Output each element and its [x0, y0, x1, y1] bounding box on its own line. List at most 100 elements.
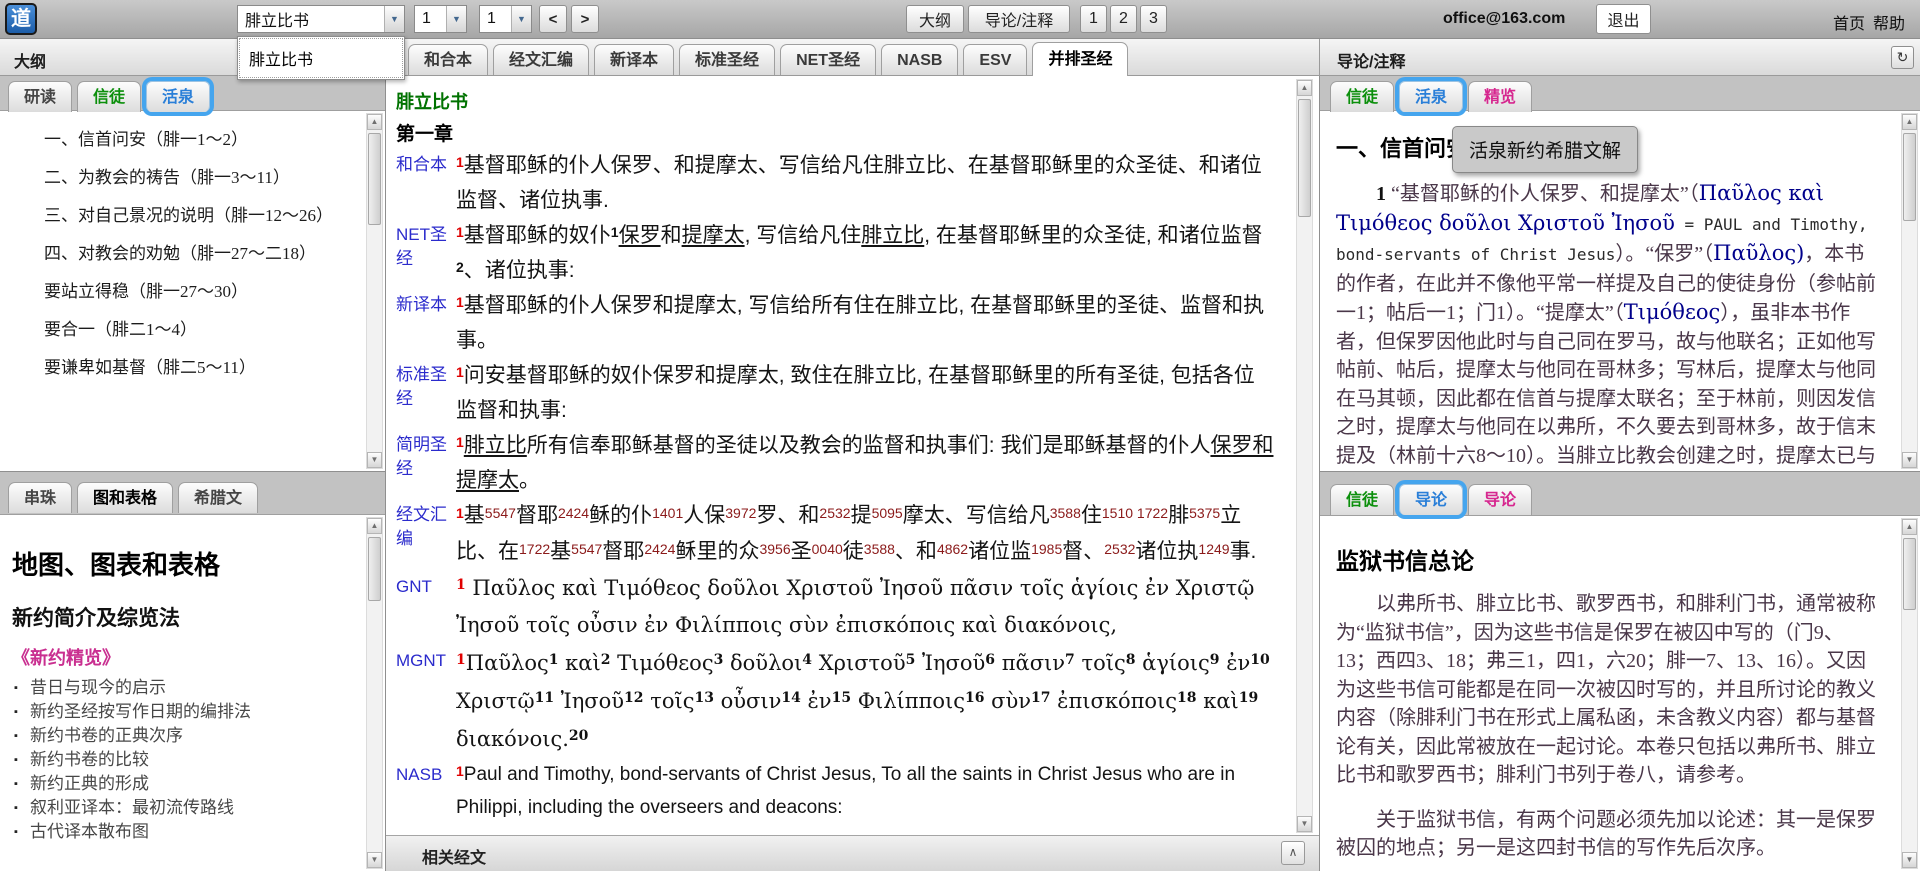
version-label-简明圣经[interactable]: 简明圣经 — [396, 428, 456, 498]
tab-图和表格[interactable]: 图和表格 — [77, 482, 173, 513]
scroll-down-icon[interactable]: ▼ — [1902, 452, 1917, 468]
tab-导论[interactable]: 导论 — [1468, 484, 1532, 515]
scroll-down-icon[interactable]: ▼ — [1297, 816, 1312, 832]
version-label-GNT[interactable]: GNT — [396, 570, 456, 644]
prev-chapter-button[interactable]: < — [539, 5, 567, 33]
help-link[interactable]: 帮助 — [1873, 16, 1905, 33]
resource-link[interactable]: 新约书卷的比较 — [12, 748, 345, 772]
layout-1-button[interactable]: 1 — [1080, 5, 1107, 33]
verse-text: 1 Παῦλος καὶ Τιμόθεος δοῦλοι Χριστοῦ Ἰησ… — [456, 570, 1275, 644]
tab-信徒[interactable]: 信徒 — [1330, 484, 1394, 515]
version-label-和合本[interactable]: 和合本 — [396, 148, 456, 218]
outline-item[interactable]: 要谦卑如基督（腓二5～11） — [10, 356, 345, 379]
menu-item-腓立比书[interactable]: 腓立比书 — [239, 38, 403, 78]
scrollbar-thumb[interactable] — [1298, 99, 1311, 217]
outline-item[interactable]: 一、信首问安（腓一1～2） — [10, 128, 345, 151]
book-title: 腓立比书 — [396, 88, 1275, 114]
version-label-标准圣经[interactable]: 标准圣经 — [396, 358, 456, 428]
tab-串珠[interactable]: 串珠 — [8, 482, 72, 513]
tab-标准圣经[interactable]: 标准圣经 — [679, 44, 775, 75]
resource-link[interactable]: 新约圣经按写作日期的编排法 — [12, 700, 345, 724]
tab-NASB[interactable]: NASB — [881, 44, 958, 75]
notes-top-scrollbar[interactable]: ▲ ▼ — [1901, 113, 1918, 469]
home-help-links: 首页帮助 — [1833, 10, 1913, 34]
version-label-MGNT[interactable]: MGNT — [396, 644, 456, 758]
scrollbar-thumb[interactable] — [368, 133, 381, 225]
tab-NET圣经[interactable]: NET圣经 — [780, 44, 876, 75]
verse-row-新译本: 新译本1基督耶稣的仆人保罗和提摩太, 写信给所有住在腓立比, 在基督耶稣里的圣徒… — [396, 288, 1275, 358]
logout-button[interactable]: 退出 — [1596, 4, 1651, 34]
resources-content: 地图、图表和表格 新约简介及综览法 《新约精览》 昔日与现今的启示新约圣经按写作… — [12, 515, 345, 871]
outline-toggle-button[interactable]: 大纲 — [906, 5, 964, 33]
tab-希腊文[interactable]: 希腊文 — [178, 482, 258, 513]
tab-并排圣经[interactable]: 并排圣经 — [1032, 42, 1128, 76]
tab-活泉[interactable]: 活泉 — [1399, 81, 1463, 112]
bible-text-panel: 腓立比书 第一章 和合本1基督耶稣的仆人保罗、和提摩太、写信给凡住腓立比、在基督… — [385, 76, 1320, 871]
app-logo[interactable]: 道 — [5, 3, 37, 35]
scroll-up-icon[interactable]: ▲ — [1902, 519, 1917, 535]
tab-活泉[interactable]: 活泉 — [146, 81, 210, 112]
series-title[interactable]: 《新约精览》 — [12, 644, 345, 670]
notes-panel-title: 导论/注释 — [1337, 48, 1405, 72]
scroll-down-icon[interactable]: ▼ — [367, 852, 382, 868]
outline-item[interactable]: 要站立得稳（腓一27～30） — [10, 280, 345, 303]
verse-word-link[interactable]: 腓立比 — [861, 224, 924, 247]
resource-link[interactable]: 古代译本散布图 — [12, 820, 345, 844]
outline-item[interactable]: 要合一（腓二1～4） — [10, 318, 345, 341]
verse-word-link[interactable]: 提摩太 — [682, 224, 745, 247]
outline-item[interactable]: 二、为教会的祷告（腓一3～11） — [10, 166, 345, 189]
verse-select[interactable]: 1 ▼ — [479, 5, 532, 33]
tab-信徒[interactable]: 信徒 — [77, 81, 141, 112]
tab-研读[interactable]: 研读 — [8, 81, 72, 112]
version-label-NET圣经[interactable]: NET圣经 — [396, 218, 456, 288]
notes-paragraph: 以弗所书、腓立比书、歌罗西书，和腓利门书，通常被称为“监狱书信”，因为这些书信是… — [1320, 590, 1920, 790]
layout-2-button[interactable]: 2 — [1110, 5, 1137, 33]
tab-新译本[interactable]: 新译本 — [594, 44, 674, 75]
scroll-down-icon[interactable]: ▼ — [367, 452, 382, 468]
version-label-NASB[interactable]: NASB — [396, 758, 456, 824]
outline-item[interactable]: 三、对自己景况的说明（腓一12～26） — [10, 204, 345, 227]
tab-经文汇编[interactable]: 经文汇编 — [493, 44, 589, 75]
notes-bottom-scrollbar[interactable]: ▲ ▼ — [1901, 518, 1918, 869]
outline-tab-bar: 研读信徒活泉 — [8, 81, 215, 112]
resource-link[interactable]: 叙利亚译本：最初流传路线 — [12, 796, 345, 820]
home-link[interactable]: 首页 — [1833, 16, 1865, 33]
tab-信徒[interactable]: 信徒 — [1330, 81, 1394, 112]
verse-word-link[interactable]: 保罗 — [619, 224, 661, 247]
scrollbar-thumb[interactable] — [1903, 133, 1916, 221]
scroll-up-icon[interactable]: ▲ — [1902, 114, 1917, 130]
tab-导论[interactable]: 导论 — [1399, 484, 1463, 515]
resource-link[interactable]: 昔日与现今的启示 — [12, 676, 345, 700]
scrollbar-thumb[interactable] — [368, 537, 381, 601]
tab-ESV[interactable]: ESV — [963, 44, 1027, 75]
verse-word-link[interactable]: 腓立比 — [464, 434, 527, 457]
version-label-经文汇编[interactable]: 经文汇编 — [396, 498, 456, 570]
scroll-up-icon[interactable]: ▲ — [367, 518, 382, 534]
scroll-up-icon[interactable]: ▲ — [367, 114, 382, 130]
scrollbar-thumb[interactable] — [1903, 538, 1916, 610]
outline-item[interactable]: 四、对教会的劝勉（腓一27～二18） — [10, 242, 345, 265]
verse-select-value: 1 — [480, 10, 511, 28]
scroll-up-icon[interactable]: ▲ — [1297, 80, 1312, 96]
resource-link[interactable]: 新约正典的形成 — [12, 772, 345, 796]
tab-精览[interactable]: 精览 — [1468, 81, 1532, 112]
tooltip: 活泉新约希腊文解 — [1452, 126, 1638, 173]
outline-list: 一、信首问安（腓一1～2） 二、为教会的祷告（腓一3～11） 三、对自己景况的说明（… — [10, 113, 345, 471]
layout-3-button[interactable]: 3 — [1140, 5, 1167, 33]
version-label-新译本[interactable]: 新译本 — [396, 288, 456, 358]
notes-paragraph: 1 “基督耶稣的仆人保罗、和提摩太”（Παῦλος καὶ Τιμόθεος δ… — [1336, 179, 1880, 471]
book-select[interactable]: 腓立比书 ▼ — [237, 5, 405, 33]
chapter-select[interactable]: 1 ▼ — [414, 5, 467, 33]
resource-link[interactable]: 新约书卷的正典次序 — [12, 724, 345, 748]
tab-和合本[interactable]: 和合本 — [408, 44, 488, 75]
resources-title: 地图、图表和表格 — [12, 545, 345, 582]
resources-scrollbar[interactable]: ▲ ▼ — [366, 517, 383, 869]
next-chapter-button[interactable]: > — [571, 5, 599, 33]
refresh-icon[interactable]: ↻ — [1891, 46, 1914, 69]
bible-scrollbar[interactable]: ▲ ▼ — [1296, 79, 1313, 833]
collapse-up-icon[interactable]: ∧ — [1281, 841, 1305, 865]
account-email: office@163.com — [1443, 10, 1565, 28]
scroll-down-icon[interactable]: ▼ — [1902, 852, 1917, 868]
intro-notes-toggle-button[interactable]: 导论/注释 — [968, 5, 1070, 33]
outline-scrollbar[interactable]: ▲ ▼ — [366, 113, 383, 469]
